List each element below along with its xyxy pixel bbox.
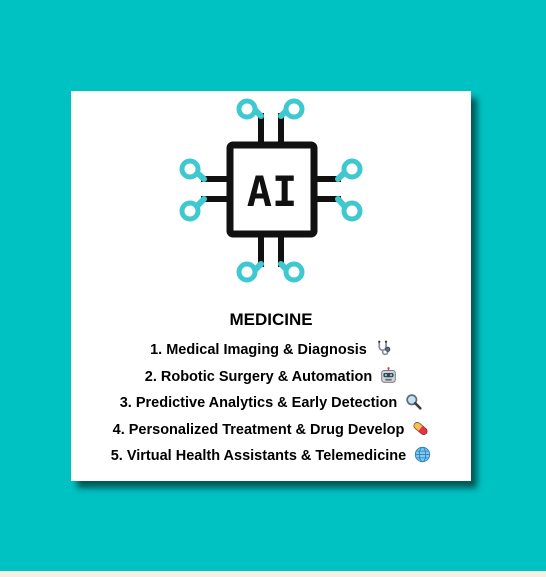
list-item-label: 3. Predictive Analytics & Early Detectio… bbox=[119, 395, 398, 411]
list-item-label: 4. Personalized Treatment & Drug Develop bbox=[112, 421, 405, 438]
list-item-label: 1. Medical Imaging & Diagnosis bbox=[150, 342, 367, 358]
globe-icon bbox=[415, 446, 431, 463]
info-card: AI MEDICINE 1. Medical Imaging & Diagnos… bbox=[71, 91, 471, 481]
list-item-label: 5. Virtual Health Assistants & Telemedic… bbox=[110, 448, 407, 464]
list-item-label: 2. Robotic Surgery & Automation bbox=[144, 368, 373, 385]
robot-icon bbox=[381, 366, 396, 383]
list-item: 4. Personalized Treatment & Drug Develop bbox=[71, 417, 471, 444]
magnifier-icon bbox=[406, 394, 422, 410]
ai-chip-label: AI bbox=[247, 167, 298, 216]
use-case-list: 1. Medical Imaging & Diagnosis 2. Roboti… bbox=[71, 337, 471, 470]
ai-chip-icon: AI bbox=[179, 98, 363, 283]
stethoscope-icon bbox=[378, 340, 391, 356]
list-item: 2. Robotic Surgery & Automation bbox=[71, 364, 471, 391]
list-item: 3. Predictive Analytics & Early Detectio… bbox=[71, 390, 471, 417]
teal-background: AI MEDICINE 1. Medical Imaging & Diagnos… bbox=[0, 0, 546, 571]
list-item: 1. Medical Imaging & Diagnosis bbox=[71, 337, 471, 364]
pill-icon bbox=[413, 421, 428, 435]
list-item: 5. Virtual Health Assistants & Telemedic… bbox=[71, 443, 471, 470]
card-title: MEDICINE bbox=[229, 310, 313, 329]
